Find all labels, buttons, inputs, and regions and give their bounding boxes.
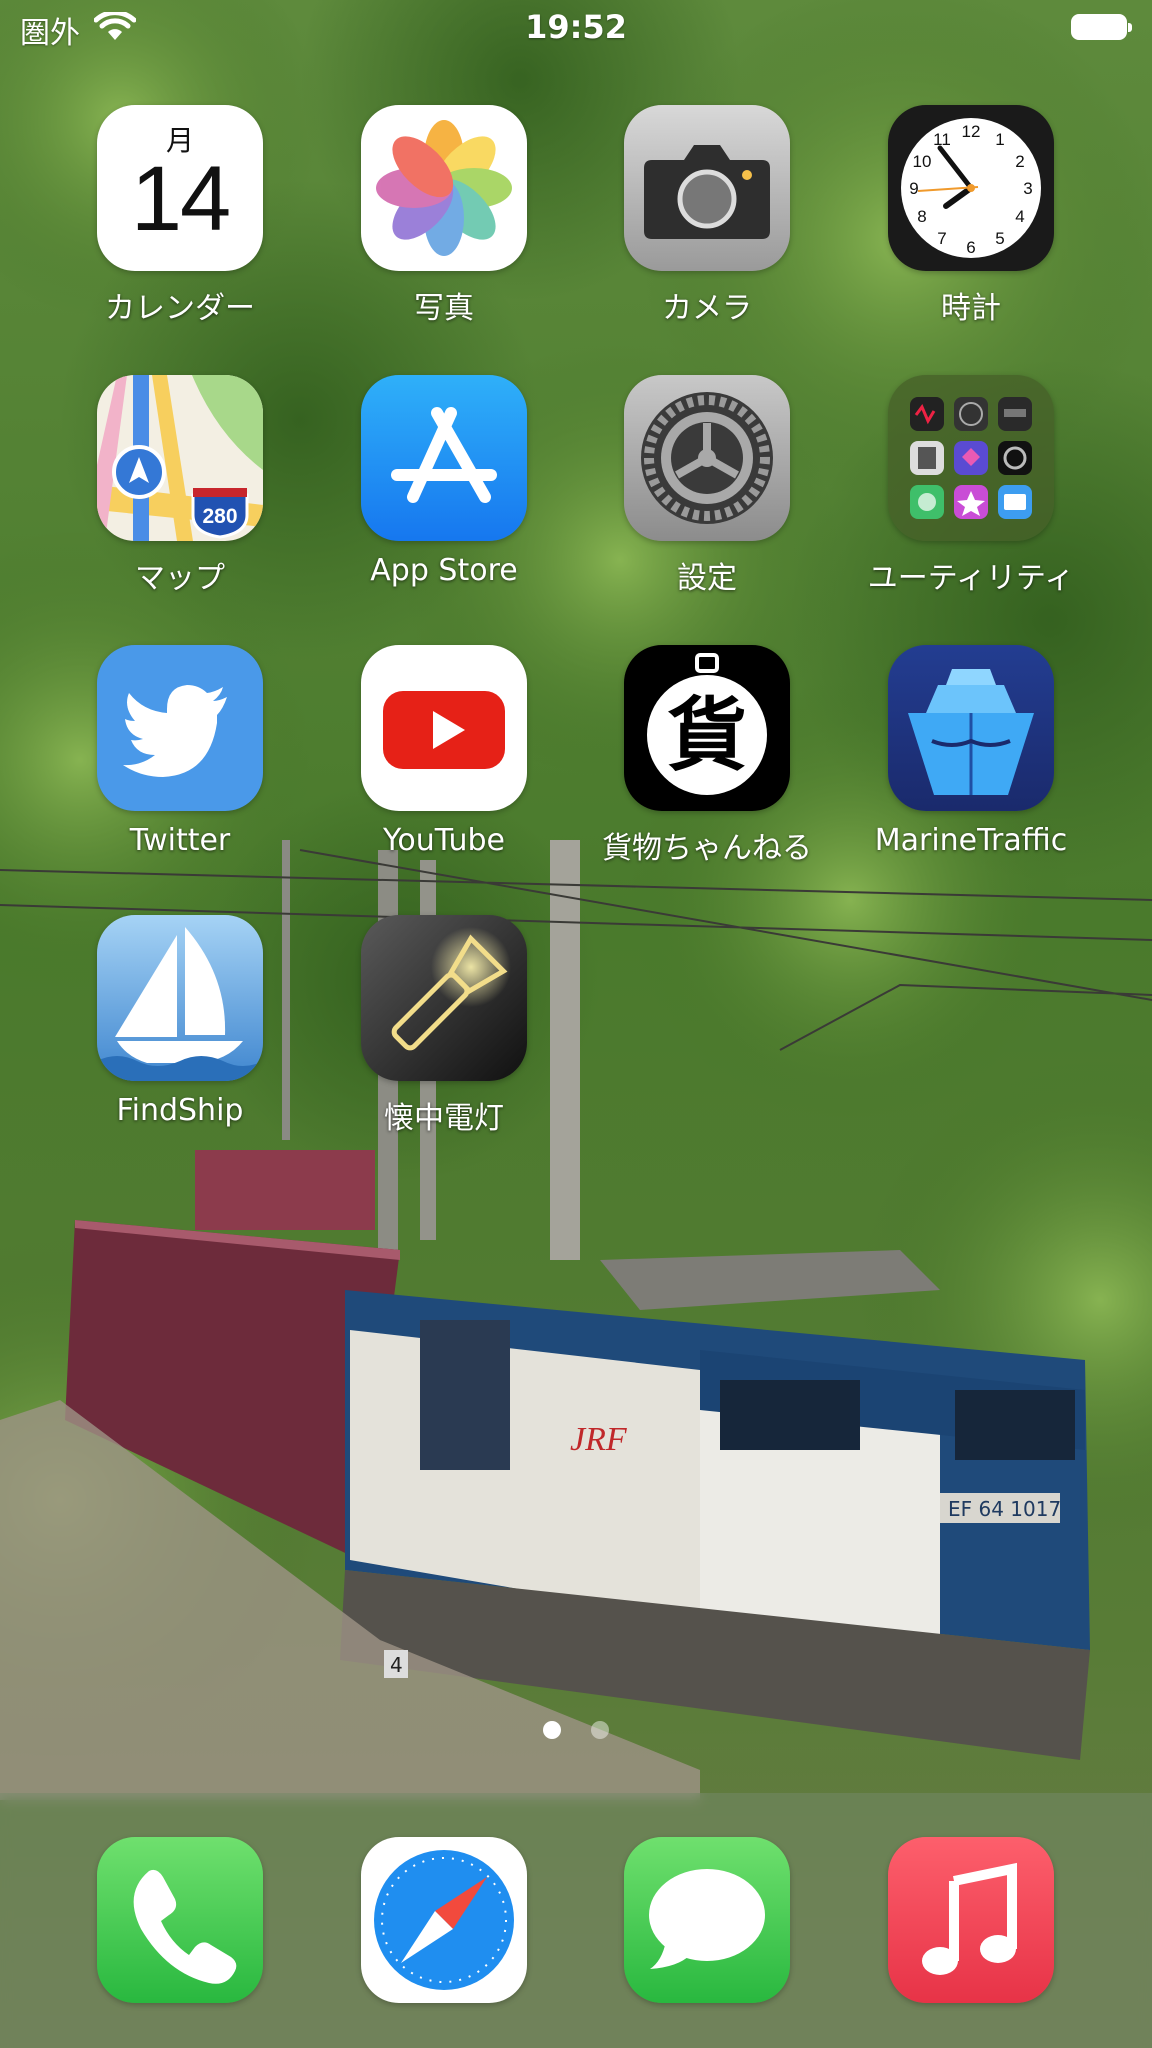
app-camera[interactable]: カメラ [607,105,807,327]
app-maps[interactable]: 280 マップ [80,375,280,597]
app-twitter[interactable]: Twitter [80,645,280,858]
battery-icon [1071,14,1132,40]
svg-text:1: 1 [995,130,1004,149]
status-bar: 圏外 19:52 [0,0,1152,58]
svg-text:6: 6 [966,238,975,257]
svg-text:2: 2 [1015,152,1024,171]
camera-icon [624,105,790,271]
status-time: 19:52 [525,8,627,46]
app-label: ユーティリティ [867,561,1075,596]
svg-text:12: 12 [962,122,981,141]
app-label: 設定 [677,561,737,596]
safari-icon [361,1837,527,2003]
app-label: YouTube [383,823,505,858]
svg-text:11: 11 [933,130,951,149]
maps-icon: 280 [97,375,263,541]
svg-text:4: 4 [1015,207,1024,226]
page-dot-2[interactable] [590,1721,609,1739]
clock-icon: 12 1 2 3 45 6 78 9 10 11 [888,105,1054,271]
svg-text:8: 8 [917,207,926,226]
app-label: Twitter [129,823,231,858]
app-clock[interactable]: 12 1 2 3 45 6 78 9 10 11 時計 [871,105,1071,327]
page-dot-1[interactable] [543,1721,562,1739]
svg-text:JRF: JRF [570,1421,628,1458]
app-utilities-folder[interactable]: ユーティリティ [868,375,1074,597]
app-marinetraffic[interactable]: MarineTraffic [871,645,1071,858]
app-label: 懐中電灯 [384,1101,504,1136]
settings-icon [624,375,790,541]
app-findship[interactable]: FindShip [80,915,280,1128]
svg-text:貨: 貨 [667,689,747,782]
dock-phone[interactable] [80,1837,280,2003]
findship-icon [97,915,263,1081]
app-flashlight[interactable]: 懐中電灯 [344,915,544,1137]
phone-icon [97,1837,263,2003]
svg-text:10: 10 [913,152,932,171]
messages-icon [624,1837,790,2003]
utilities-folder-icon [888,375,1054,541]
photos-icon [361,105,527,271]
app-store-icon [361,375,527,541]
app-label: 貨物ちゃんねる [602,831,812,866]
music-icon [888,1837,1054,2003]
svg-text:9: 9 [909,179,918,198]
page-indicator[interactable] [0,1721,1152,1743]
app-label: MarineTraffic [874,823,1068,858]
app-label: 写真 [414,291,474,326]
app-freight-channel[interactable]: 貨 貨物ちゃんねる [602,645,812,867]
freight-channel-icon: 貨 [624,645,790,811]
svg-text:3: 3 [1023,179,1032,198]
calendar-icon: 月 14 [97,105,263,271]
app-calendar[interactable]: 月 14 カレンダー [80,105,280,327]
svg-text:5: 5 [995,229,1004,248]
flashlight-icon [361,915,527,1081]
app-settings[interactable]: 設定 [607,375,807,597]
dock-music[interactable] [871,1837,1071,2003]
app-label: マップ [135,561,225,596]
svg-text:EF 64 1017: EF 64 1017 [948,1497,1061,1521]
youtube-icon [361,645,527,811]
app-photos[interactable]: 写真 [344,105,544,327]
twitter-icon [97,645,263,811]
calendar-date: 14 [130,148,231,250]
app-label: FindShip [116,1093,244,1128]
app-label: カメラ [662,291,752,326]
app-youtube[interactable]: YouTube [344,645,544,858]
svg-text:7: 7 [937,229,946,248]
app-app-store[interactable]: App Store [344,375,544,588]
dock-messages[interactable] [607,1837,807,2003]
dock [0,1793,1152,2048]
dock-safari[interactable] [344,1837,544,2003]
svg-text:280: 280 [202,505,237,528]
marinetraffic-icon [888,645,1054,811]
app-label: App Store [370,553,518,588]
app-label: カレンダー [105,291,255,326]
app-label: 時計 [941,291,1001,326]
svg-text:4: 4 [390,1653,403,1677]
